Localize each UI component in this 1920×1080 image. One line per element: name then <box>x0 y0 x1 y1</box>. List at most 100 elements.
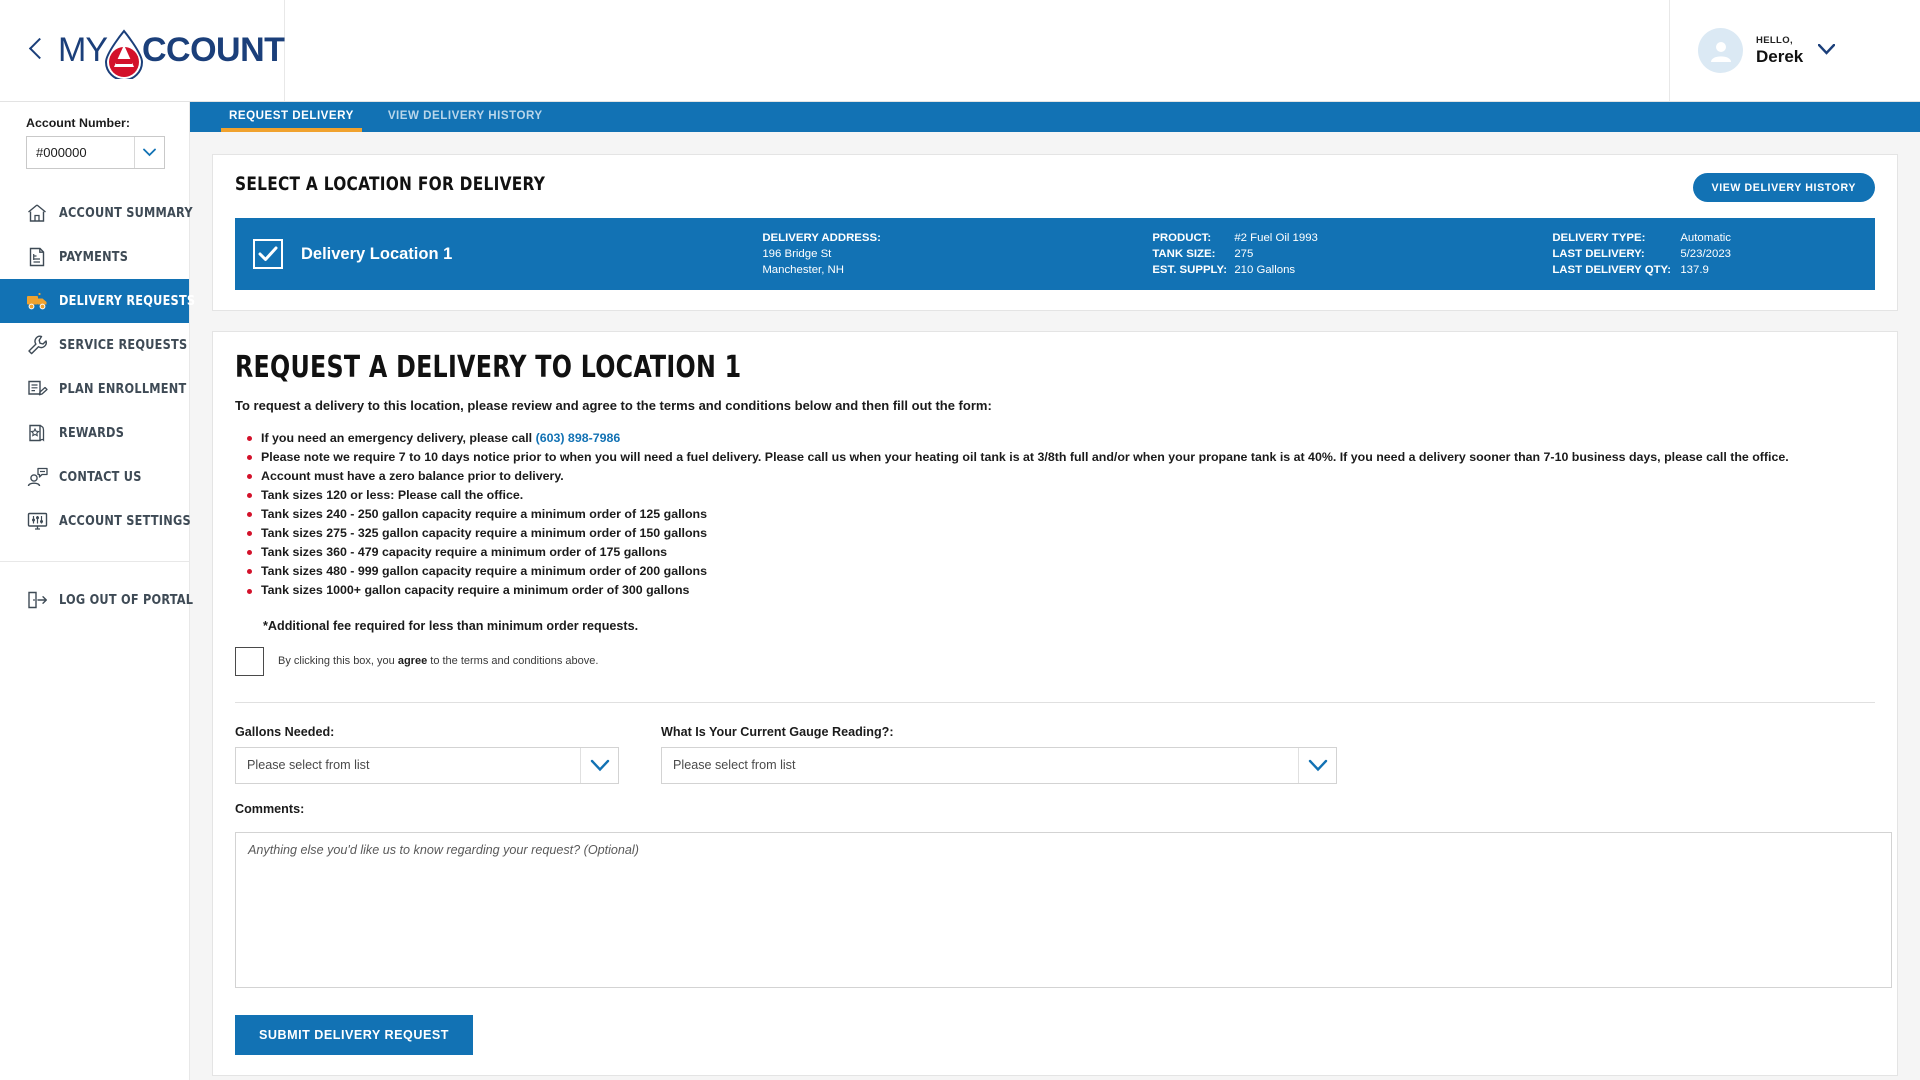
gauge-reading-select[interactable]: Please select from list <box>661 746 1337 784</box>
emergency-phone-link[interactable]: (603) 898-7986 <box>536 431 621 445</box>
rewards-card-icon <box>26 423 48 443</box>
section-title: Select a Location for Delivery <box>235 173 546 195</box>
document-pencil-icon <box>26 379 48 399</box>
gauge-reading-value: Please select from list <box>673 758 796 773</box>
oil-droplet-icon <box>104 28 144 79</box>
form-divider <box>235 701 1875 703</box>
location-panel-header: Select a Location for Delivery View Deli… <box>235 173 1875 202</box>
location-product-block: PRODUCT: #2 Fuel Oil 1993 TANK SIZE: 275… <box>1152 230 1552 279</box>
account-number-select[interactable]: #000000 <box>26 136 165 169</box>
sidebar-item-label: Rewards <box>59 425 125 441</box>
product-label: PRODUCT: <box>1152 231 1212 244</box>
location-checkbox[interactable] <box>253 239 283 269</box>
delivery-type-row: DELIVERY TYPE: Automatic <box>1552 230 1731 246</box>
tab-request-delivery[interactable]: Request Delivery <box>221 102 362 132</box>
page-title: Request a Delivery to Location 1 <box>235 350 742 385</box>
sidebar-nav: Account Summary Payments Delivery Reques… <box>0 191 195 622</box>
sidebar-item-account-settings[interactable]: Account Settings <box>0 499 191 543</box>
brand-zone: MY CCOUNT <box>0 0 286 101</box>
logout-door-icon <box>26 590 48 610</box>
chevron-down-icon <box>580 747 618 783</box>
address-line-2: Manchester, NH <box>762 264 844 277</box>
sidebar-item-service-requests[interactable]: Service Requests <box>0 323 189 367</box>
sidebar-item-label: Service Requests <box>59 337 188 353</box>
user-name: Derek <box>1756 46 1804 66</box>
delivery-truck-icon <box>26 291 48 311</box>
tab-bar: Request Delivery View Delivery History <box>190 102 1920 132</box>
tank-size-row: TANK SIZE: 275 <box>1152 246 1552 262</box>
terms-list: If you need an emergency delivery, pleas… <box>247 429 1875 601</box>
sidebar-item-logout[interactable]: Log Out Of Portal <box>0 578 193 622</box>
gallons-needed-select[interactable]: Please select from list <box>235 746 619 784</box>
form-field-row: Gallons Needed: Please select from list … <box>235 725 1875 784</box>
terms-list-item: Tank sizes 120 or less: Please call the … <box>247 486 1875 505</box>
chevron-down-icon <box>1298 747 1336 783</box>
location-panel: Select a Location for Delivery View Deli… <box>212 154 1898 311</box>
agree-row: By clicking this box, you agree to the t… <box>235 646 1875 676</box>
home-icon <box>26 203 48 223</box>
agree-emphasis: agree <box>397 655 428 668</box>
terms-list-item: Account must have a zero balance prior t… <box>247 467 1875 486</box>
content-scroll-area: Select a Location for Delivery View Deli… <box>190 132 1920 1080</box>
sidebar-divider <box>0 561 189 562</box>
app-root: MY CCOUNT HELLO, Derek Account Number: #… <box>0 0 1920 1080</box>
tank-size-value: 275 <box>1234 247 1254 260</box>
comments-input[interactable] <box>235 831 1892 988</box>
address-label: DELIVERY ADDRESS: <box>762 231 881 244</box>
chevron-left-icon[interactable] <box>26 34 48 68</box>
tank-size-label: TANK SIZE: <box>1152 247 1216 260</box>
product-value: #2 Fuel Oil 1993 <box>1234 231 1318 244</box>
user-avatar-icon <box>1698 28 1743 73</box>
terms-list-item: Tank sizes 360 - 479 capacity require a … <box>247 543 1875 562</box>
submit-delivery-request-button[interactable]: Submit Delivery Request <box>235 1014 473 1055</box>
gallons-needed-field: Gallons Needed: Please select from list <box>235 725 619 784</box>
gallons-needed-value: Please select from list <box>247 758 370 773</box>
location-delivery-block: DELIVERY TYPE: Automatic LAST DELIVERY: … <box>1552 230 1731 279</box>
user-menu[interactable]: HELLO, Derek <box>1670 0 1920 101</box>
terms-list-item: Please note we require 7 to 10 days noti… <box>247 448 1875 467</box>
settings-monitor-icon <box>26 511 48 531</box>
invoice-icon <box>26 247 48 267</box>
svg-text:MY: MY <box>58 31 107 69</box>
agree-checkbox[interactable] <box>235 646 264 676</box>
sidebar-item-rewards[interactable]: Rewards <box>0 411 189 455</box>
agree-label: By clicking this box, you agree to the t… <box>278 655 599 668</box>
last-qty-row: LAST DELIVERY QTY: 137.9 <box>1552 262 1731 278</box>
svg-text:CCOUNT: CCOUNT <box>142 31 285 69</box>
sidebar-item-label: Delivery Requests <box>59 293 196 309</box>
view-delivery-history-button[interactable]: View Delivery History <box>1692 173 1875 202</box>
sidebar-item-payments[interactable]: Payments <box>0 235 189 279</box>
est-supply-row: EST. SUPPLY: 210 Gallons <box>1152 262 1552 278</box>
product-row: PRODUCT: #2 Fuel Oil 1993 <box>1152 230 1552 246</box>
chevron-down-icon[interactable] <box>1818 42 1836 60</box>
person-chat-icon <box>26 467 48 487</box>
sidebar-item-account-summary[interactable]: Account Summary <box>0 191 193 235</box>
est-supply-label: EST. SUPPLY: <box>1152 264 1228 277</box>
gauge-reading-field: What Is Your Current Gauge Reading?: Ple… <box>661 725 1337 784</box>
sidebar-item-label: Payments <box>59 249 129 265</box>
terms-list-item: Tank sizes 480 - 999 gallon capacity req… <box>247 562 1875 581</box>
sidebar-item-label: Plan Enrollment <box>59 381 187 397</box>
terms-list-item: Tank sizes 275 - 325 gallon capacity req… <box>247 524 1875 543</box>
chevron-down-icon <box>134 137 164 168</box>
location-address-block: DELIVERY ADDRESS: 196 Bridge St Manchest… <box>762 230 1152 279</box>
last-delivery-row: LAST DELIVERY: 5/23/2023 <box>1552 246 1731 262</box>
sidebar-item-plan-enrollment[interactable]: Plan Enrollment <box>0 367 189 411</box>
gauge-reading-label: What Is Your Current Gauge Reading?: <box>661 724 894 739</box>
sidebar-item-label: Account Summary <box>59 205 193 221</box>
delivery-location-card[interactable]: Delivery Location 1 DELIVERY ADDRESS: 19… <box>235 218 1875 290</box>
location-name: Delivery Location 1 <box>301 244 453 263</box>
tab-view-delivery-history[interactable]: View Delivery History <box>380 102 551 132</box>
main-content: Request Delivery View Delivery History S… <box>190 102 1920 1080</box>
terms-list-item: Tank sizes 240 - 250 gallon capacity req… <box>247 505 1875 524</box>
sidebar: Account Number: #000000 Account Summary <box>0 102 195 1080</box>
sidebar-item-label: Account Settings <box>59 513 191 529</box>
sidebar-item-contact-us[interactable]: Contact Us <box>0 455 189 499</box>
delivery-type-label: DELIVERY TYPE: <box>1552 231 1646 244</box>
my-account-logo[interactable]: MY CCOUNT <box>58 23 294 79</box>
intro-text: To request a delivery to this location, … <box>235 398 992 413</box>
terms-footnote: *Additional fee required for less than m… <box>263 618 639 633</box>
comments-field: Comments: <box>235 802 1892 993</box>
sidebar-item-delivery-requests[interactable]: Delivery Requests <box>0 279 195 323</box>
user-text: HELLO, Derek <box>1756 35 1804 66</box>
